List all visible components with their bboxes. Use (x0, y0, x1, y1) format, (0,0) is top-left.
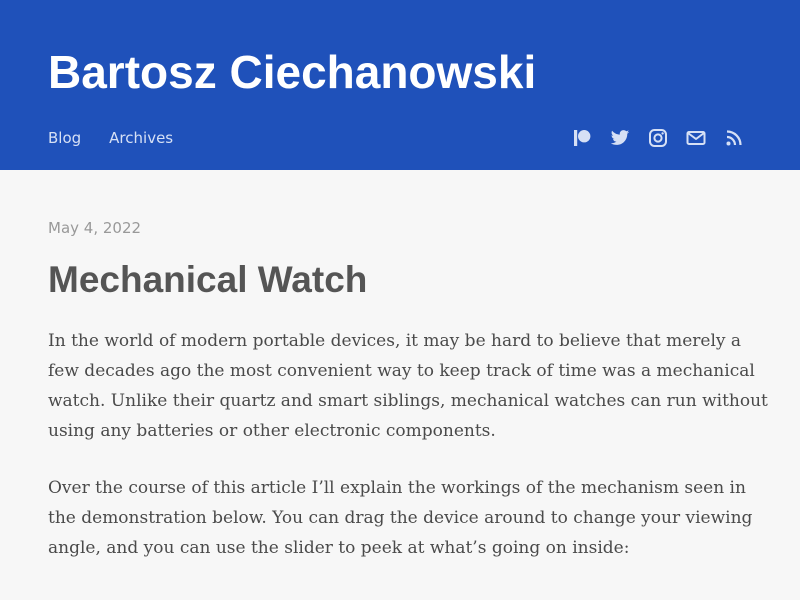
paragraph-line: Over the course of this article I’ll exp… (48, 478, 746, 498)
patreon-icon[interactable] (572, 128, 592, 148)
twitter-icon[interactable] (610, 128, 630, 148)
nav-link-archives[interactable]: Archives (109, 127, 173, 149)
paragraph-line: watch. Unlike their quartz and smart sib… (48, 391, 768, 411)
paragraph-line: few decades ago the most convenient way … (48, 361, 755, 381)
rss-icon[interactable] (724, 128, 744, 148)
nav-link-blog[interactable]: Blog (48, 127, 81, 149)
site-title-link[interactable]: Bartosz Ciechanowski (48, 44, 536, 100)
email-icon[interactable] (686, 128, 706, 148)
intro-paragraph: In the world of modern portable devices,… (48, 326, 768, 446)
instagram-icon[interactable] (648, 128, 668, 148)
post-date: May 4, 2022 (48, 219, 142, 237)
site-header: Bartosz Ciechanowski Blog Archives (0, 0, 800, 170)
overview-paragraph: Over the course of this article I’ll exp… (48, 473, 752, 563)
social-links (572, 127, 744, 149)
main-nav: Blog Archives (48, 127, 173, 149)
paragraph-line: using any batteries or other electronic … (48, 421, 496, 441)
paragraph-line: angle, and you can use the slider to pee… (48, 538, 630, 558)
paragraph-line: the demonstration below. You can drag th… (48, 508, 753, 528)
paragraph-line: In the world of modern portable devices,… (48, 331, 742, 351)
post-title: Mechanical Watch (48, 259, 368, 300)
